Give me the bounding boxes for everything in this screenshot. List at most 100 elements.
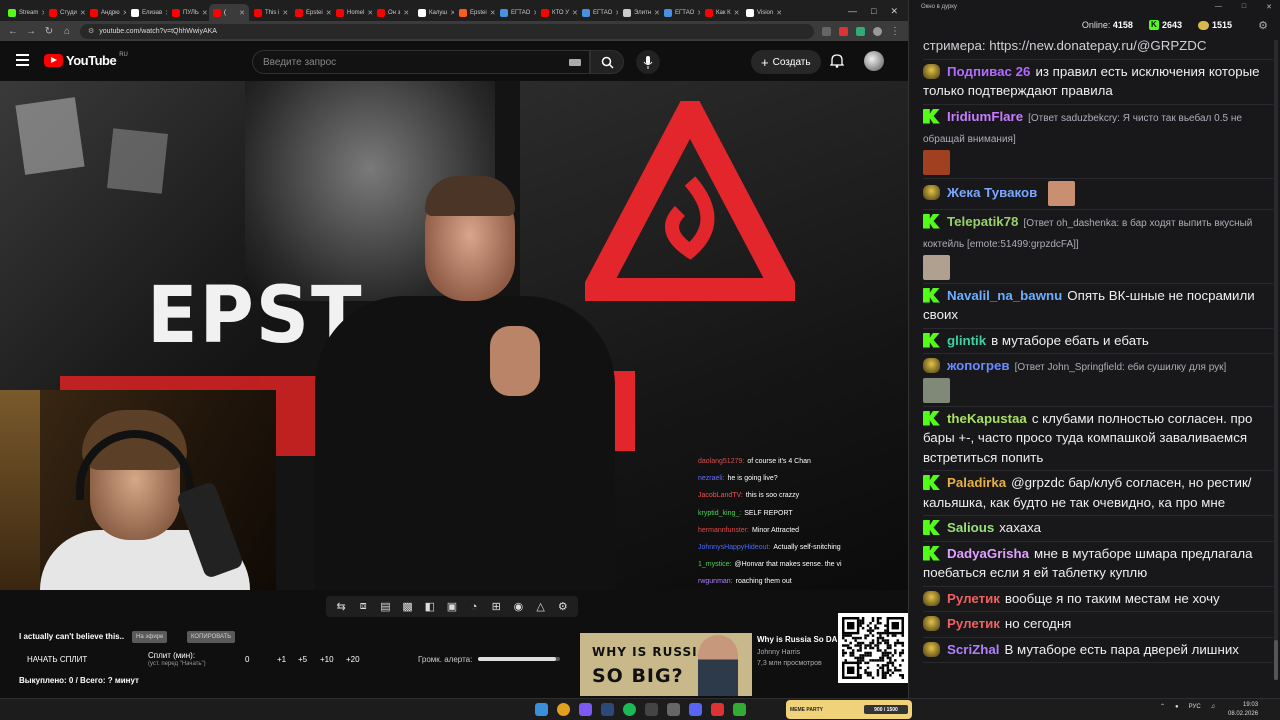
on-air-button[interactable]: На эфире <box>132 631 168 643</box>
menu-icon[interactable]: ⋮ <box>890 26 900 37</box>
back-icon[interactable]: ← <box>8 26 18 37</box>
alert-volume-slider[interactable] <box>478 657 560 661</box>
picture-in-picture-icon[interactable]: ◧ <box>421 600 439 613</box>
chat-username[interactable]: Paladirka <box>947 475 1006 490</box>
chat-username[interactable]: Salious <box>947 520 994 535</box>
app-icon[interactable] <box>579 703 592 716</box>
browser-tab[interactable]: Он з ✕ <box>373 4 413 21</box>
tab-close-icon[interactable]: ✕ <box>41 9 44 17</box>
reload-icon[interactable]: ↻ <box>44 26 54 37</box>
close-icon[interactable]: ✕ <box>1266 3 1272 11</box>
url-field[interactable]: ⚙ youtube.com/watch?v=tQhhWwiyAKA <box>80 23 814 39</box>
chat-username[interactable]: Telepatik78 <box>947 214 1018 229</box>
browser-tab[interactable]: Как К ✕ <box>701 4 741 21</box>
hamburger-menu-icon[interactable] <box>16 54 29 66</box>
taskbar-clock[interactable]: 19:03 08.02.2026 <box>1228 701 1258 719</box>
extension-icon[interactable] <box>856 26 865 36</box>
chat-username[interactable]: Подпивас 26 <box>947 64 1030 79</box>
tab-close-icon[interactable]: ✕ <box>533 9 536 17</box>
search-button[interactable] <box>590 50 624 74</box>
microphone-tray-icon[interactable]: ● <box>1175 704 1179 710</box>
clapper-icon[interactable]: ▩ <box>399 600 417 613</box>
app-icon[interactable] <box>711 703 724 716</box>
broadcast-icon[interactable]: ⧈ <box>354 600 372 613</box>
browser-tab[interactable]: Андрю ✕ <box>86 4 126 21</box>
minimize-icon[interactable]: — <box>1215 3 1222 11</box>
meme-party-widget[interactable]: MEME PARTY 900 / 1500 <box>786 700 912 719</box>
browser-tab[interactable]: Студи ✕ <box>45 4 85 21</box>
tab-close-icon[interactable]: ✕ <box>697 9 700 17</box>
browser-tab[interactable]: ЕГТАО✕ <box>578 4 618 21</box>
loop-icon[interactable]: ⇆ <box>332 600 350 613</box>
tab-close-icon[interactable]: ✕ <box>165 9 167 17</box>
browser-tab[interactable]: (✕ <box>209 4 249 21</box>
add-10-button[interactable]: +10 <box>320 655 334 664</box>
site-info-icon[interactable]: ⚙ <box>88 27 94 35</box>
cinema-icon[interactable]: ▣ <box>443 600 461 613</box>
recommended-title[interactable]: Why is Russia So DA <box>757 635 839 644</box>
browser-tab[interactable]: Stream✕ <box>4 4 44 21</box>
discord-icon[interactable] <box>689 703 702 716</box>
tab-close-icon[interactable]: ✕ <box>776 9 782 17</box>
chat-username[interactable]: ScriZhal <box>947 642 999 657</box>
chat-scrollbar-thumb[interactable] <box>1274 640 1278 680</box>
video-thumbnail[interactable]: WHY IS RUSSIA SO BIG? <box>580 633 752 696</box>
forward-icon[interactable]: → <box>26 26 36 37</box>
add-5-button[interactable]: +5 <box>298 655 307 664</box>
account-avatar[interactable] <box>864 51 884 71</box>
tab-close-icon[interactable]: ✕ <box>450 9 454 17</box>
browser-tab[interactable]: Vision ✕ <box>742 4 782 21</box>
add-1-button[interactable]: +1 <box>277 655 286 664</box>
browser-tab[interactable]: ПУЛЬ ✕ <box>168 4 208 21</box>
notifications-bell-icon[interactable] <box>829 53 845 73</box>
tab-close-icon[interactable]: ✕ <box>202 9 208 17</box>
tab-close-icon[interactable]: ✕ <box>326 9 331 17</box>
voice-search-button[interactable] <box>636 50 660 74</box>
chat-username[interactable]: Рулетик <box>947 616 1000 631</box>
chat-text[interactable]: стримера: https://new.donatepay.ru/@GRPZ… <box>923 38 1207 53</box>
browser-tab[interactable]: Epstei ✕ <box>455 4 495 21</box>
chat-username[interactable]: IridiumFlare <box>947 109 1023 124</box>
browser-tab[interactable]: Елизав✕ <box>127 4 167 21</box>
settings-gear-icon[interactable]: ⚙ <box>554 600 572 613</box>
tab-close-icon[interactable]: ✕ <box>239 9 245 17</box>
copy-button[interactable]: КОПИРОВАТЬ <box>187 631 236 643</box>
start-split-button[interactable]: НАЧАТЬ СПЛИТ <box>27 655 87 664</box>
profile-icon[interactable] <box>873 26 882 36</box>
app-icon[interactable] <box>733 703 746 716</box>
browser-tab[interactable]: Элитн ✕ <box>619 4 659 21</box>
chat-username[interactable]: Navalil_na_bawnu <box>947 288 1062 303</box>
tab-close-icon[interactable]: ✕ <box>572 9 577 17</box>
language-indicator[interactable]: РУС <box>1189 704 1201 710</box>
extension-icon[interactable] <box>839 26 848 36</box>
create-button[interactable]: + Создать <box>751 50 821 74</box>
tab-close-icon[interactable]: ✕ <box>490 9 495 17</box>
maximize-icon[interactable]: □ <box>871 6 876 17</box>
add-frame-icon[interactable]: ⊞ <box>487 600 505 613</box>
browser-tab[interactable]: КТО У ✕ <box>537 4 577 21</box>
chat-settings-icon[interactable]: ⚙ <box>1258 19 1268 32</box>
tab-close-icon[interactable]: ✕ <box>403 9 409 17</box>
search-input[interactable]: Введите запрос <box>252 50 590 74</box>
tray-arrow-icon[interactable]: ⌃ <box>1160 703 1165 710</box>
chat-username[interactable]: theKapustaa <box>947 411 1027 426</box>
close-icon[interactable]: ✕ <box>890 6 898 17</box>
tab-close-icon[interactable]: ✕ <box>734 9 740 17</box>
add-20-button[interactable]: +20 <box>346 655 360 664</box>
chat-scrollbar[interactable] <box>1274 40 1278 680</box>
chat-username[interactable]: DadyaGrisha <box>947 546 1029 561</box>
home-icon[interactable]: ⌂ <box>62 26 72 37</box>
maximize-icon[interactable]: □ <box>1242 3 1246 11</box>
tab-close-icon[interactable]: ✕ <box>367 9 372 17</box>
tab-close-icon[interactable]: ✕ <box>615 9 618 17</box>
volume-icon[interactable]: ♫ <box>1211 704 1216 710</box>
youtube-logo[interactable]: YouTube RU <box>44 52 128 68</box>
minimize-icon[interactable]: — <box>848 6 857 17</box>
video-player[interactable]: EPST daolang51279: of course it's 4 Chan n… <box>0 81 908 590</box>
chat-username[interactable]: Рулетик <box>947 591 1000 606</box>
browser-tab[interactable]: ЕГТАО✕ <box>496 4 536 21</box>
keyboard-icon[interactable] <box>569 59 581 66</box>
app-icon[interactable] <box>667 703 680 716</box>
chrome-icon[interactable] <box>557 703 570 716</box>
browser-tab[interactable]: This i ✕ <box>250 4 290 21</box>
